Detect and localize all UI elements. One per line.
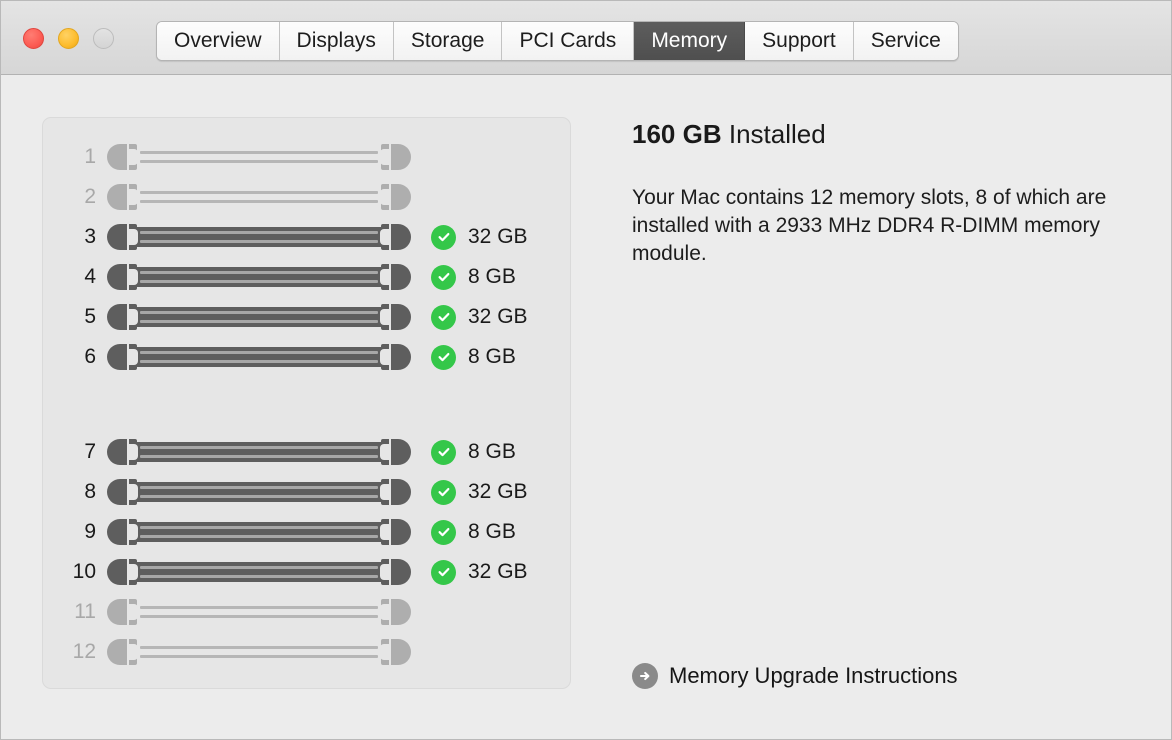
memory-slot-number: 12 (43, 640, 107, 664)
empty-slot-icon (107, 639, 411, 665)
memory-slot-status: 8 GB (431, 440, 516, 465)
installed-memory-label: Installed (729, 119, 826, 149)
memory-slot-row: 4 8 GB (43, 257, 570, 297)
empty-slot-icon (107, 144, 411, 170)
zoom-button (93, 28, 114, 49)
memory-slot-number: 8 (43, 480, 107, 504)
dimm-module-icon (107, 519, 411, 545)
memory-slot-number: 10 (43, 560, 107, 584)
window-titlebar: OverviewDisplaysStoragePCI CardsMemorySu… (1, 1, 1171, 75)
check-circle-icon (431, 480, 456, 505)
memory-slot-number: 6 (43, 345, 107, 369)
memory-slot-group-top: 1 2 3 32 GB 4 8 GB 5 32 GB 6 8 GB (43, 137, 570, 377)
check-circle-icon (431, 265, 456, 290)
close-button[interactable] (23, 28, 44, 49)
memory-slot-row: 5 32 GB (43, 297, 570, 337)
memory-slot-status: 32 GB (431, 305, 528, 330)
memory-slot-capacity: 8 GB (468, 345, 516, 369)
memory-slot-capacity: 8 GB (468, 265, 516, 289)
dimm-module-icon (107, 304, 411, 330)
memory-slot-capacity: 8 GB (468, 520, 516, 544)
dimm-module-icon (107, 264, 411, 290)
tab-bar: OverviewDisplaysStoragePCI CardsMemorySu… (156, 21, 959, 61)
empty-slot-icon (107, 184, 411, 210)
tab-overview[interactable]: Overview (157, 22, 280, 60)
check-circle-icon (431, 305, 456, 330)
memory-slot-capacity: 32 GB (468, 305, 528, 329)
memory-slot-row: 8 32 GB (43, 472, 570, 512)
dimm-module-icon (107, 479, 411, 505)
dimm-module-icon (107, 224, 411, 250)
memory-slot-row: 11 (43, 592, 570, 632)
memory-slot-capacity: 32 GB (468, 560, 528, 584)
memory-slot-number: 3 (43, 225, 107, 249)
memory-slot-status: 8 GB (431, 265, 516, 290)
memory-slot-status: 32 GB (431, 560, 528, 585)
empty-slot-icon (107, 599, 411, 625)
tab-service[interactable]: Service (854, 22, 958, 60)
tab-support[interactable]: Support (745, 22, 854, 60)
memory-slot-row: 1 (43, 137, 570, 177)
memory-slot-row: 2 (43, 177, 570, 217)
tab-pci-cards[interactable]: PCI Cards (502, 22, 634, 60)
memory-slot-row: 9 8 GB (43, 512, 570, 552)
check-circle-icon (431, 440, 456, 465)
memory-upgrade-link-label: Memory Upgrade Instructions (669, 663, 958, 689)
system-information-window: OverviewDisplaysStoragePCI CardsMemorySu… (0, 0, 1172, 740)
memory-slot-capacity: 8 GB (468, 440, 516, 464)
memory-slot-group-bottom: 7 8 GB 8 32 GB 9 8 GB 10 32 GB 11 12 (43, 432, 570, 672)
memory-slot-number: 11 (43, 600, 107, 624)
traffic-light-buttons (23, 28, 114, 49)
tab-storage[interactable]: Storage (394, 22, 503, 60)
memory-slot-status: 8 GB (431, 345, 516, 370)
memory-slot-row: 6 8 GB (43, 337, 570, 377)
memory-slot-number: 2 (43, 185, 107, 209)
memory-slot-number: 1 (43, 145, 107, 169)
window-content: 12332 GB48 GB532 GB68 GB 78 GB832 GB98 G… (1, 76, 1172, 740)
memory-description-text: Your Mac contains 12 memory slots, 8 of … (632, 184, 1132, 268)
dimm-module-icon (107, 344, 411, 370)
memory-slot-status: 32 GB (431, 225, 528, 250)
tab-displays[interactable]: Displays (280, 22, 394, 60)
memory-upgrade-instructions-link[interactable]: Memory Upgrade Instructions (632, 663, 958, 689)
minimize-button[interactable] (58, 28, 79, 49)
memory-slot-row: 7 8 GB (43, 432, 570, 472)
dimm-module-icon (107, 559, 411, 585)
memory-slot-number: 4 (43, 265, 107, 289)
memory-slot-number: 9 (43, 520, 107, 544)
memory-slot-status: 8 GB (431, 520, 516, 545)
memory-slot-capacity: 32 GB (468, 480, 528, 504)
memory-slot-row: 10 32 GB (43, 552, 570, 592)
check-circle-icon (431, 520, 456, 545)
memory-slot-capacity: 32 GB (468, 225, 528, 249)
memory-slot-status: 32 GB (431, 480, 528, 505)
check-circle-icon (431, 225, 456, 250)
installed-memory-amount: 160 GB (632, 119, 722, 149)
dimm-module-icon (107, 439, 411, 465)
memory-slot-row: 12 (43, 632, 570, 672)
tab-memory[interactable]: Memory (634, 22, 745, 60)
check-circle-icon (431, 345, 456, 370)
memory-slot-number: 5 (43, 305, 107, 329)
arrow-right-circle-icon (632, 663, 658, 689)
memory-slots-panel: 12332 GB48 GB532 GB68 GB 78 GB832 GB98 G… (42, 117, 571, 689)
memory-slot-row: 3 32 GB (43, 217, 570, 257)
memory-slot-number: 7 (43, 440, 107, 464)
installed-memory-heading: 160 GB Installed (632, 119, 826, 150)
check-circle-icon (431, 560, 456, 585)
